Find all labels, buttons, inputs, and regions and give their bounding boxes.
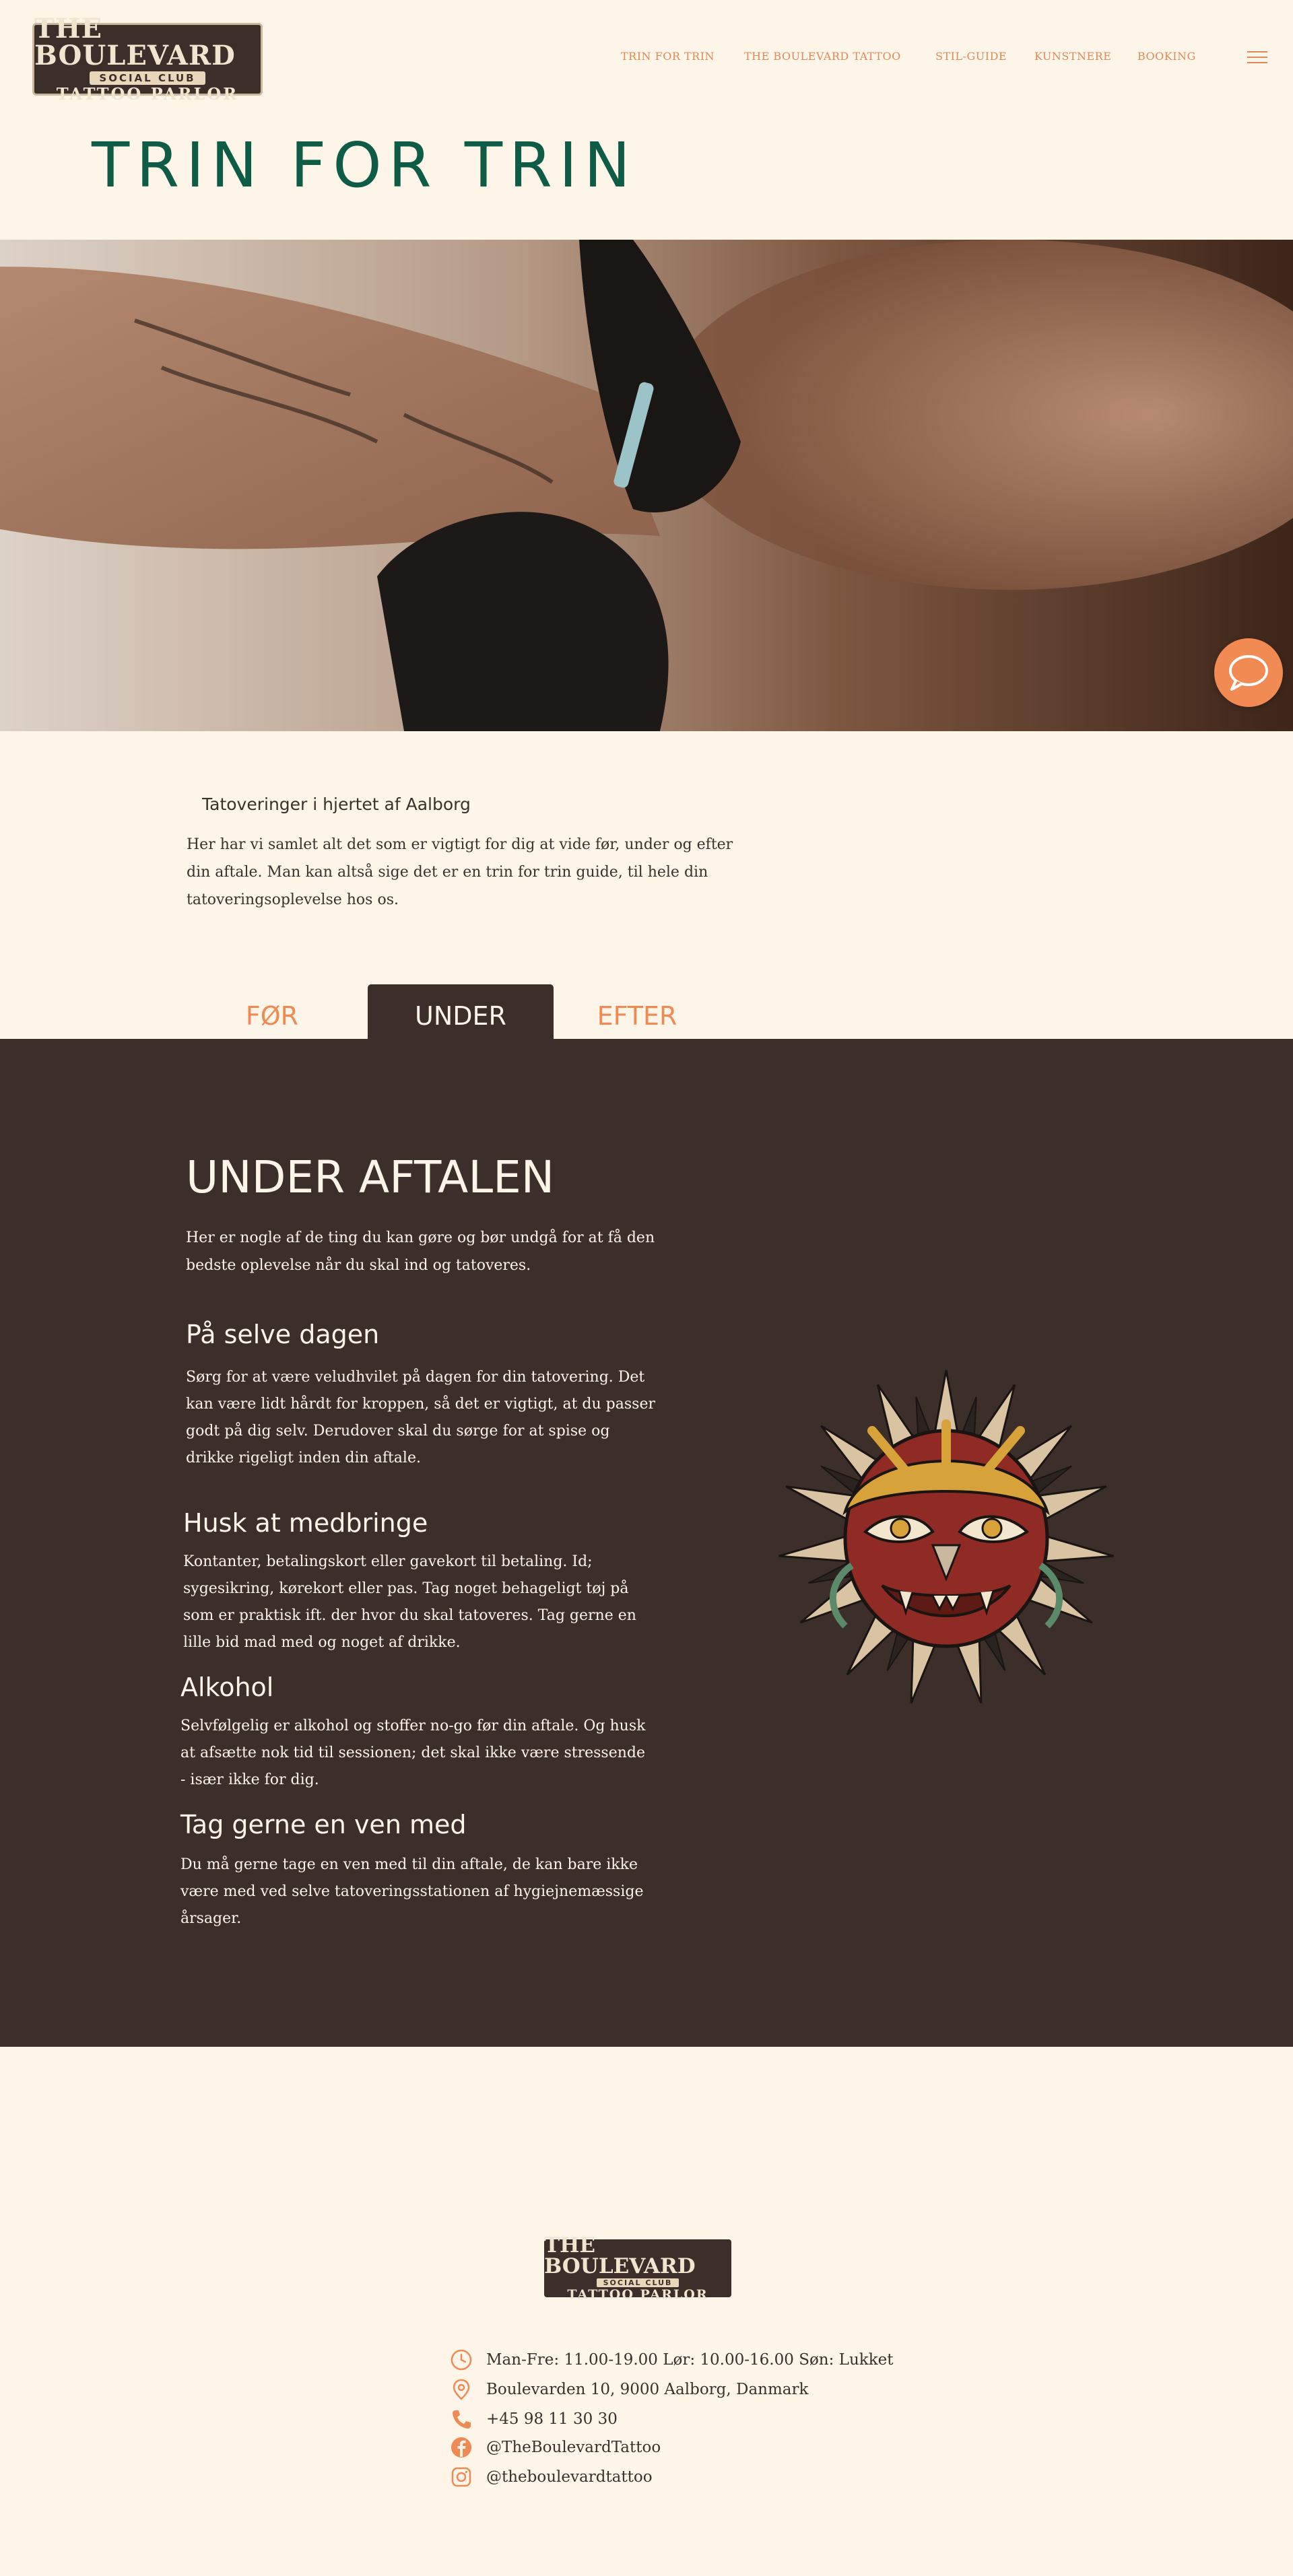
heading-alkohol: Alkohol [180,1672,274,1702]
facebook-icon [451,2437,471,2458]
footer-facebook-text[interactable]: @TheBoulevardTattoo [486,2439,661,2456]
nav-trin-for-trin[interactable]: TRIN FOR TRIN [621,50,715,63]
hero-image [0,240,1293,731]
section-title: UNDER AFTALEN [186,1151,555,1203]
logo-line-1: THE BOULEVARD [34,12,236,71]
text-husk-at-medbringe: Kontanter, betalingskort eller gavekort … [183,1553,636,1651]
footer-hours: Man-Fre: 11.00-19.00 Lør: 10.00-16.00 Sø… [450,2348,893,2371]
intro-subtitle: Tatoveringer i hjertet af Aalborg [202,794,471,814]
chat-bubble-icon [1229,655,1268,691]
tab-for[interactable]: FØR [179,984,365,1040]
footer-logo-line-2: SOCIAL CLUB [596,2278,679,2287]
text-alkohol: Selvfølgelig er alkohol og stoffer no-go… [180,1718,646,1788]
footer-address-text: Boulevarden 10, 9000 Aalborg, Danmark [486,2381,809,2398]
footer-logo-line-3: TATTOO PARLOR [567,2286,708,2302]
logo-line-2: SOCIAL CLUB [90,71,205,85]
heading-paa-selve-dagen: På selve dagen [186,1320,380,1349]
footer-address: Boulevarden 10, 9000 Aalborg, Danmark [450,2378,808,2401]
hamburger-icon[interactable] [1247,51,1267,65]
footer-phone[interactable]: +45 98 11 30 30 [450,2408,618,2431]
demon-mask-illustration [754,1360,1138,1717]
chat-button[interactable] [1214,638,1283,707]
nav-kunstnere[interactable]: KUNSTNERE [1034,50,1111,63]
intro-text: Her har vi samlet alt det som er vigtigt… [187,836,733,908]
footer-logo[interactable]: THE BOULEVARD SOCIAL CLUB TATTOO PARLOR [544,2235,731,2302]
footer-facebook[interactable]: @TheBoulevardTattoo [450,2436,661,2459]
footer-instagram[interactable]: @theboulevardtattoo [450,2466,653,2488]
brand-logo[interactable]: THE BOULEVARD SOCIAL CLUB TATTOO PARLOR [32,15,263,103]
heading-husk-at-medbringe: Husk at medbringe [183,1508,428,1538]
phone-icon [453,2410,471,2429]
footer-phone-text[interactable]: +45 98 11 30 30 [486,2410,618,2428]
heading-tag-gerne-en-ven-med: Tag gerne en ven med [180,1810,467,1839]
text-tag-gerne-en-ven-med: Du må gerne tage en ven med til din afta… [180,1856,644,1927]
footer-logo-line-1: THE BOULEVARD [544,2233,696,2278]
footer-instagram-text[interactable]: @theboulevardtattoo [486,2468,653,2486]
instagram-icon [451,2467,471,2487]
nav-the-boulevard-tattoo[interactable]: THE BOULEVARD TATTOO [744,50,901,63]
tab-efter[interactable]: EFTER [544,984,730,1040]
tab-under[interactable]: UNDER [368,984,554,1040]
page-title: TRIN FOR TRIN [92,129,637,201]
footer-hours-text: Man-Fre: 11.00-19.00 Lør: 10.00-16.00 Sø… [486,2351,894,2369]
text-paa-selve-dagen: Sørg for at være veludhvilet på dagen fo… [186,1369,655,1466]
map-pin-icon [453,2379,470,2400]
section-intro: Her er nogle af de ting du kan gøre og b… [186,1229,655,1274]
nav-booking[interactable]: BOOKING [1137,50,1196,63]
nav-stil-guide[interactable]: STIL-GUIDE [935,50,1007,63]
clock-icon [451,2349,472,2371]
logo-line-3: TATTOO PARLOR [56,83,239,104]
